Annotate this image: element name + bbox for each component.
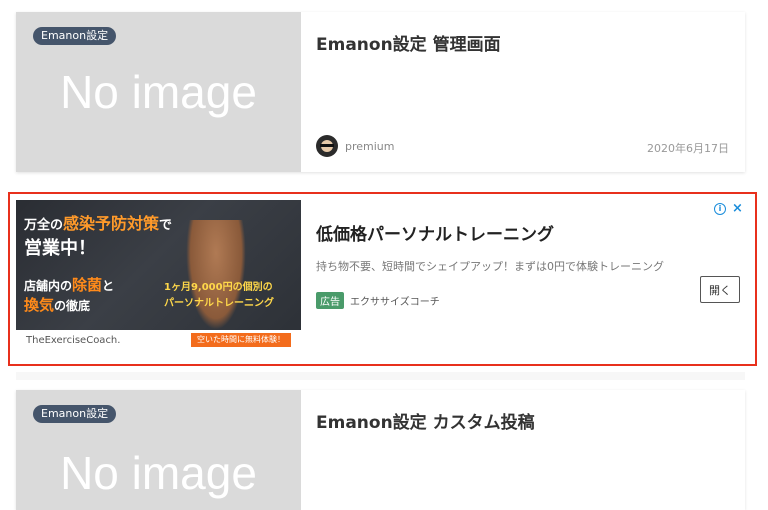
post-title[interactable]: Emanon設定 管理画面 [316, 30, 501, 55]
ad-image-line4: 換気の徹底 [24, 296, 91, 314]
post-author: premium [316, 135, 395, 157]
close-icon[interactable]: × [732, 202, 743, 215]
no-image-placeholder: No image [60, 66, 257, 118]
ad-image-line3: 店舗内の除菌と [24, 276, 115, 294]
category-badge[interactable]: Emanon設定 [33, 27, 117, 45]
ad-price-line2: パーソナルトレーニング [164, 298, 274, 309]
ad-title[interactable]: 低価格パーソナルトレーニング [316, 220, 554, 245]
post-card-1[interactable]: Emanon設定 No image Emanon設定 管理画面 premium … [16, 12, 745, 172]
open-button[interactable]: 開く [700, 276, 740, 303]
post-card-2[interactable]: Emanon設定 No image Emanon設定 カスタム投稿 [16, 390, 745, 510]
post-title[interactable]: Emanon設定 カスタム投稿 [316, 408, 535, 433]
no-image-placeholder: No image [60, 447, 257, 499]
ad-description: 持ち物不要、短時間でシェイプアップ！まずは0円で体験トレーニング [316, 260, 664, 273]
ad-label-badge: 広告 [316, 292, 344, 309]
ad-price-line1: 1ヶ月9,000円の個別の [164, 282, 273, 293]
ad-image[interactable]: 万全の感染予防対策で 営業中！ 店舗内の除菌と 換気の徹底 1ヶ月9,000円の… [16, 200, 301, 350]
trainer-image [186, 220, 246, 330]
category-badge[interactable]: Emanon設定 [33, 405, 117, 423]
avatar [316, 135, 338, 157]
brand-logo: TheExerciseCoach. [26, 335, 121, 346]
ad-image-line2: 営業中！ [24, 238, 96, 259]
info-icon[interactable]: i [714, 203, 726, 215]
ad-choices[interactable]: i × [714, 202, 743, 215]
ad-image-line1: 万全の感染予防対策で [24, 214, 173, 233]
ad-image-footer: TheExerciseCoach. 空いた時間に無料体験！ [16, 330, 301, 350]
sponsor-name: エクササイズコーチ [350, 297, 440, 308]
post-thumbnail[interactable]: Emanon設定 No image [16, 12, 301, 172]
ad-sponsor: 広告 エクササイズコーチ [316, 292, 440, 309]
post-date: 2020年6月17日 [647, 142, 729, 155]
divider [16, 372, 745, 380]
ad-card[interactable]: 万全の感染予防対策で 営業中！ 店舗内の除菌と 換気の徹底 1ヶ月9,000円の… [16, 200, 745, 358]
author-name: premium [345, 139, 395, 153]
ad-image-cta: 空いた時間に無料体験！ [191, 333, 291, 347]
post-thumbnail[interactable]: Emanon設定 No image [16, 390, 301, 510]
